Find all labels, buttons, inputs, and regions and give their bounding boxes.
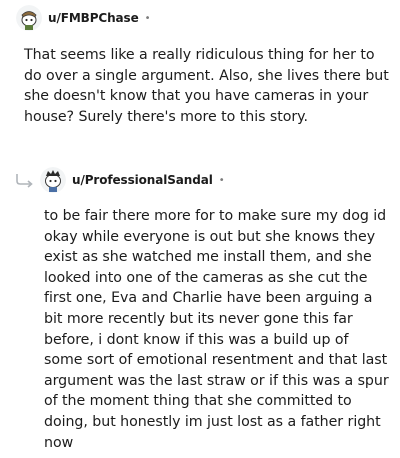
comment-body: That seems like a really ridiculous thin… [24,47,389,125]
snoo-avatar-icon[interactable] [40,167,66,193]
reply-arrow-icon [14,172,36,188]
separator-dot: • [218,174,225,186]
snoo-avatar-icon[interactable] [16,5,42,31]
separator-dot: • [144,12,151,24]
comment-header: u/ProfessionalSandal • [14,164,225,196]
comment-body: to be fair there more for to make sure m… [44,208,389,451]
username-link[interactable]: u/ProfessionalSandal [72,173,213,187]
comment-header: u/FMBPChase • [16,2,151,34]
username-link[interactable]: u/FMBPChase [48,11,139,25]
